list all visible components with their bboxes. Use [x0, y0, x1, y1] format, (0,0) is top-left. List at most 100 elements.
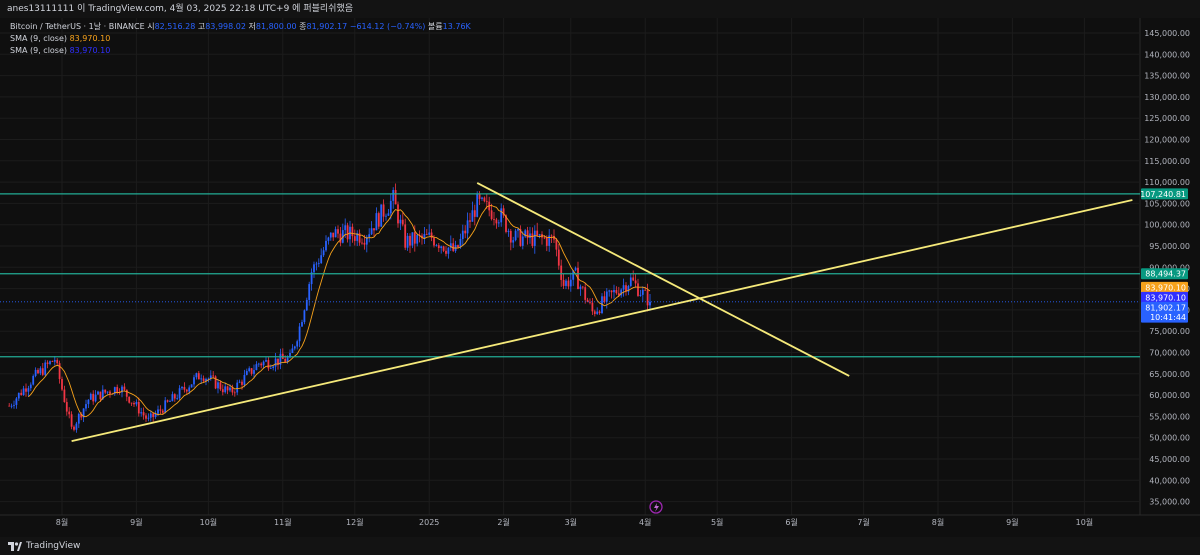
- candle-body: [401, 219, 404, 225]
- candle-body: [382, 204, 385, 217]
- candle: [49, 360, 51, 366]
- candle-body: [68, 411, 71, 415]
- price-tag-label: 83,970.10: [1145, 283, 1186, 292]
- candle-body: [404, 224, 407, 248]
- time-tick-label: 3월: [565, 517, 577, 527]
- candle-body: [466, 220, 469, 234]
- candle-body: [77, 413, 80, 424]
- candle: [339, 227, 342, 247]
- price-tick-label: 115,000.00: [1144, 157, 1190, 166]
- close-value: 81,902.17: [306, 22, 348, 31]
- brand-name: TradingView: [26, 541, 81, 551]
- candle: [73, 425, 75, 432]
- price-tag: 83,970.10: [1141, 281, 1188, 293]
- candle-body: [185, 389, 188, 392]
- candle: [531, 227, 534, 249]
- footer: TradingView: [0, 537, 1200, 555]
- candle-body: [569, 279, 572, 287]
- candle: [613, 284, 615, 299]
- candle: [265, 357, 267, 363]
- candle: [17, 392, 20, 401]
- candle: [399, 214, 402, 231]
- candle: [517, 228, 519, 238]
- candle: [332, 232, 335, 242]
- candle: [466, 212, 469, 240]
- low-value: 81,800.00: [255, 22, 297, 31]
- candle-body: [296, 341, 299, 347]
- candle: [529, 226, 531, 244]
- lightning-icon[interactable]: [649, 500, 663, 514]
- candle: [483, 196, 486, 203]
- candle: [298, 323, 301, 348]
- candle-body: [128, 396, 131, 403]
- candle: [478, 191, 481, 205]
- candle-body: [464, 230, 467, 234]
- candle-body: [433, 238, 435, 246]
- candle: [320, 248, 323, 264]
- candle-body: [567, 280, 570, 287]
- candle-body: [442, 246, 445, 251]
- price-tick-label: 110,000.00: [1144, 178, 1190, 187]
- candle: [533, 225, 536, 254]
- candle: [267, 357, 270, 371]
- candle-body: [181, 386, 183, 389]
- candle-body: [161, 410, 164, 413]
- candle-body: [584, 287, 587, 300]
- candle-body: [53, 360, 56, 362]
- candle-body: [538, 234, 541, 236]
- price-tick-label: 70,000.00: [1149, 349, 1190, 358]
- candle: [166, 399, 169, 403]
- candle-body: [437, 245, 440, 249]
- price-chart[interactable]: 145,000.00 140,000.00 135,000.00 130,000.00…: [0, 18, 1200, 537]
- price-tick-label: 50,000.00: [1149, 434, 1190, 443]
- candle-body: [526, 230, 529, 239]
- candle: [281, 348, 284, 360]
- time-tick-label: 12월: [346, 517, 364, 527]
- candle-body: [459, 238, 462, 248]
- candle: [567, 276, 570, 290]
- candle: [325, 235, 327, 252]
- tradingview-logo[interactable]: TradingView: [8, 537, 80, 555]
- candle-body: [423, 234, 426, 238]
- candle: [401, 212, 404, 227]
- candle: [397, 201, 399, 228]
- candle-body: [481, 197, 483, 199]
- candle-body: [173, 394, 176, 399]
- candle-body: [512, 240, 515, 243]
- candle: [473, 204, 476, 226]
- candle-body: [416, 234, 419, 244]
- candle: [495, 217, 498, 229]
- candle-body: [411, 232, 414, 246]
- publish-info: anes13111111 이 TradingView.com, 4월 03, 2…: [7, 4, 354, 14]
- indicator-sma-1[interactable]: SMA (9, close) 83,970.10: [10, 33, 471, 45]
- candle: [219, 380, 222, 391]
- candle: [610, 290, 613, 299]
- time-tick-label: 11월: [274, 517, 292, 527]
- candle: [135, 399, 138, 407]
- candle-body: [32, 375, 35, 385]
- indicator-sma-2[interactable]: SMA (9, close) 83,970.10: [10, 45, 471, 57]
- symbol-legend[interactable]: Bitcoin / TetherUS · 1날 · BINANCE 시82,51…: [10, 21, 471, 33]
- candle-body: [493, 219, 495, 220]
- candle-body: [262, 361, 265, 366]
- lightning-icon-bolt: [654, 503, 659, 512]
- candle-body: [22, 388, 25, 395]
- candle-body: [243, 374, 246, 385]
- candle: [147, 413, 150, 422]
- candle: [75, 421, 78, 433]
- candle: [87, 399, 90, 409]
- candle-body: [363, 242, 366, 245]
- candle: [375, 207, 378, 231]
- candle: [514, 228, 517, 242]
- candle: [356, 230, 359, 247]
- candle: [89, 392, 92, 400]
- price-tick-label: 35,000.00: [1149, 498, 1190, 507]
- candle-body: [500, 208, 503, 223]
- candle-body: [257, 363, 260, 365]
- candle-body: [70, 414, 73, 427]
- candle-body: [166, 400, 169, 402]
- candle-body: [217, 382, 219, 389]
- trendline: [71, 199, 1133, 442]
- candle-body: [440, 246, 443, 249]
- candle: [346, 222, 349, 243]
